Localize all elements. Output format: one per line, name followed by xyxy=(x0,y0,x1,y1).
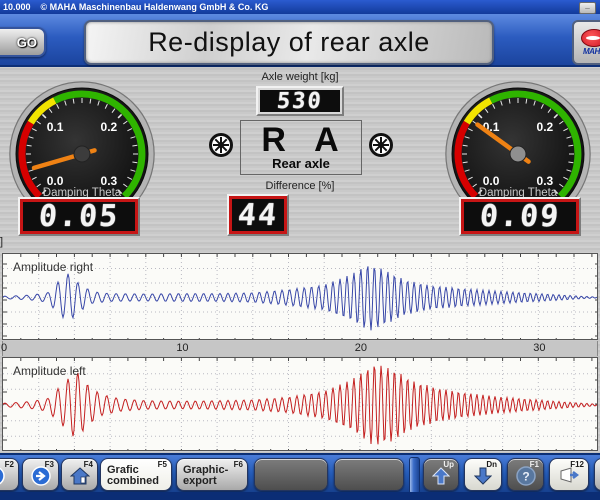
axle-weight-display: 530 xyxy=(256,86,344,116)
home-icon xyxy=(70,467,90,485)
svg-text:0.2: 0.2 xyxy=(101,120,118,134)
f6-label-line2: export xyxy=(183,475,217,487)
f5-grafic-combined-button[interactable]: F5 Grafic combined xyxy=(100,458,172,491)
axle-name: Rear axle xyxy=(272,156,330,171)
x-axis-tick-label: 10 xyxy=(176,342,188,354)
amplitude-left-chart: Amplitude left xyxy=(2,357,598,451)
f3-next-button[interactable]: F3 xyxy=(22,458,59,491)
go-button[interactable]: GO xyxy=(0,27,46,57)
wheel-icon-left xyxy=(208,132,234,158)
f5-label-line2: combined xyxy=(107,475,159,487)
svg-text:Amplitude right: Amplitude right xyxy=(13,260,94,274)
damping-display-right: 0.09 xyxy=(459,197,581,236)
f5-key-label: F5 xyxy=(158,460,167,469)
wheel-icon-right xyxy=(368,132,394,158)
svg-text:Amplitude left: Amplitude left xyxy=(13,364,86,378)
bottom-strip xyxy=(0,492,600,500)
function-key-toolbar: F2 F3 F4 F5 Grafic combined F6 Graphic- … xyxy=(0,453,600,492)
svg-text:0.1: 0.1 xyxy=(47,120,64,134)
page-title-plate: Re-display of rear axle xyxy=(84,20,494,65)
axle-code: R A xyxy=(261,124,348,156)
version-text: 10.000 xyxy=(3,2,31,12)
minimize-button[interactable]: _ xyxy=(579,2,596,14)
axle-indicator-box: R A Rear axle xyxy=(240,120,362,175)
difference-value: 44 xyxy=(236,198,279,233)
partial-button-right[interactable] xyxy=(594,458,600,491)
difference-display: 44 xyxy=(227,194,289,236)
svg-text:?: ? xyxy=(522,470,529,484)
y-axis-unit-fragment: ] xyxy=(0,236,3,248)
svg-text:0.0: 0.0 xyxy=(47,174,64,188)
axle-weight-label: Axle weight [kg] xyxy=(220,71,380,83)
window-titlebar: 10.000 © MAHA Maschinenbau Haldenwang Gm… xyxy=(0,0,600,14)
maha-logo-icon xyxy=(581,29,600,47)
header-bar: GO Re-display of rear axle MAHA xyxy=(0,14,600,67)
svg-text:0.2: 0.2 xyxy=(537,120,554,134)
f4-home-button[interactable]: F4 xyxy=(61,458,98,491)
x-axis-tick-label: 30 xyxy=(533,342,545,354)
x-axis-tick-label: 20 xyxy=(355,342,367,354)
arrow-right-icon xyxy=(31,466,51,486)
f2-icon xyxy=(0,466,5,486)
damping-value-right: 0.09 xyxy=(478,199,561,234)
svg-text:0.3: 0.3 xyxy=(101,174,118,188)
f1-help-button[interactable]: F1 ? xyxy=(507,458,544,491)
app-window: { "titlebar": {"version": "10.000", "cop… xyxy=(0,0,600,500)
maha-logo: MAHA xyxy=(572,20,600,65)
page-title: Re-display of rear axle xyxy=(148,27,430,58)
difference-label: Difference [%] xyxy=(220,180,380,192)
f6-key-label: F6 xyxy=(234,460,243,469)
damping-value-left: 0.05 xyxy=(37,199,120,234)
svg-text:0.3: 0.3 xyxy=(537,174,554,188)
toolbar-splitter[interactable] xyxy=(409,457,420,494)
svg-text:0.0: 0.0 xyxy=(483,174,500,188)
question-icon: ? xyxy=(516,466,536,486)
exit-door-icon xyxy=(558,467,580,485)
f6-graphic-export-button[interactable]: F6 Graphic- export xyxy=(176,458,248,491)
axle-weight-value: 530 xyxy=(276,89,324,114)
up-button[interactable]: Up xyxy=(423,458,459,491)
arrow-up-icon xyxy=(432,467,450,485)
maha-logo-text: MAHA xyxy=(583,47,600,56)
down-button[interactable]: Dn xyxy=(464,458,502,491)
copyright-text: © MAHA Maschinenbau Haldenwang GmbH & Co… xyxy=(41,2,269,12)
blank-button-2[interactable] xyxy=(334,458,404,491)
f2-button[interactable]: F2 xyxy=(0,458,19,491)
blank-button-1[interactable] xyxy=(254,458,328,491)
amplitude-right-chart: Amplitude right xyxy=(2,253,598,340)
arrow-down-icon xyxy=(474,467,492,485)
x-axis-tick-label: 0 xyxy=(1,342,7,354)
f2-key-label: F2 xyxy=(5,460,14,469)
x-axis-band: 0 10 20 30 xyxy=(2,341,598,356)
f12-exit-button[interactable]: F12 xyxy=(549,458,589,491)
damping-display-left: 0.05 xyxy=(18,197,140,236)
